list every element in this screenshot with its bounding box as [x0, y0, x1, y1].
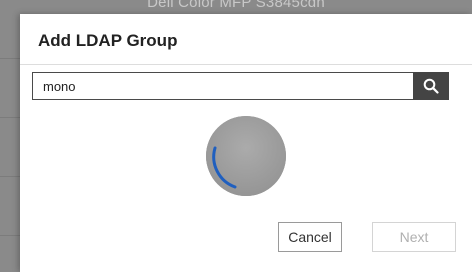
cancel-button[interactable]: Cancel [278, 222, 342, 252]
loading-spinner-icon [206, 116, 286, 196]
next-button[interactable]: Next [372, 222, 456, 252]
search-icon [423, 78, 439, 94]
search-button[interactable] [413, 72, 449, 100]
background-printer-title: Dell Color MFP S3845cdn [147, 0, 325, 11]
add-ldap-group-dialog: Add LDAP Group Cancel Next [20, 14, 472, 272]
title-divider [20, 64, 472, 65]
dialog-title: Add LDAP Group [38, 31, 178, 50]
background-table-edge [0, 0, 20, 272]
search-input[interactable] [32, 72, 413, 100]
